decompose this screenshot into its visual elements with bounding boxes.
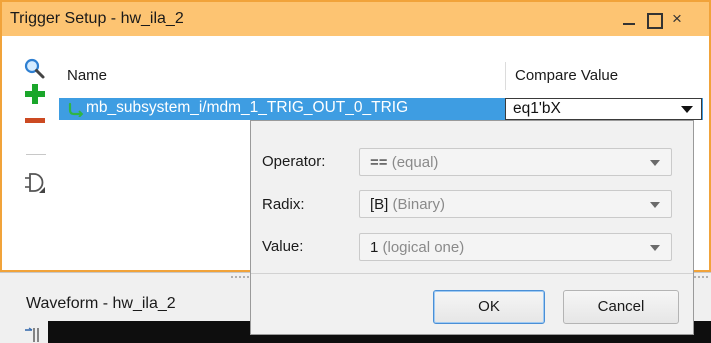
value-note: (logical one) (382, 239, 465, 256)
gate-icon[interactable] (24, 172, 46, 194)
waveform-title[interactable]: Waveform - hw_ila_2 (26, 295, 176, 313)
operator-note: (equal) (391, 154, 439, 171)
column-header-name[interactable]: Name (67, 67, 107, 84)
trigger-setup-title: Trigger Setup - hw_ila_2 (10, 10, 184, 27)
value-select[interactable]: 1 (logical one) (359, 233, 672, 261)
cancel-button[interactable]: Cancel (563, 290, 679, 324)
operator-label: Operator: (262, 153, 326, 170)
zoom-fit-icon[interactable] (24, 327, 40, 343)
compare-value-dropdown[interactable]: eq1'bX (505, 98, 702, 120)
probe-name: mb_subsystem_i/mdm_1_TRIG_OUT_0_TRIG (86, 99, 409, 116)
column-divider[interactable] (505, 62, 506, 90)
radix-value: [B] (370, 196, 389, 213)
maximize-button[interactable] (642, 8, 664, 30)
ok-button[interactable]: OK (433, 290, 545, 324)
chevron-down-icon[interactable] (681, 106, 693, 113)
chevron-down-icon[interactable] (650, 245, 660, 251)
radix-label: Radix: (262, 196, 305, 213)
popup-divider (251, 273, 693, 274)
splitter-grip[interactable] (230, 275, 250, 279)
search-icon[interactable] (24, 58, 46, 80)
compare-value-editor: Operator: == (equal) Radix: [B] (Binary)… (250, 120, 694, 335)
operator-select[interactable]: == (equal) (359, 148, 672, 176)
value-value: 1 (370, 239, 379, 256)
value-label: Value: (262, 238, 304, 255)
close-button[interactable]: × (666, 8, 688, 30)
table-header: Name Compare Value (58, 62, 703, 90)
operator-value: == (370, 154, 388, 171)
probe-signal-icon (68, 102, 84, 117)
trigger-setup-titlebar[interactable]: Trigger Setup - hw_ila_2 × (2, 2, 709, 36)
toolbar-divider (26, 154, 46, 155)
chevron-down-icon[interactable] (650, 160, 660, 166)
table-row[interactable]: mb_subsystem_i/mdm_1_TRIG_OUT_0_TRIG eq1… (59, 98, 703, 120)
chevron-down-icon[interactable] (650, 202, 660, 208)
compare-value-text: eq1'bX (513, 100, 561, 117)
radix-select[interactable]: [B] (Binary) (359, 190, 672, 218)
column-header-compare-value[interactable]: Compare Value (515, 67, 618, 84)
radix-note: (Binary) (392, 196, 446, 213)
minimize-button[interactable] (618, 8, 640, 30)
remove-icon[interactable] (24, 110, 46, 132)
add-icon[interactable] (24, 83, 46, 105)
